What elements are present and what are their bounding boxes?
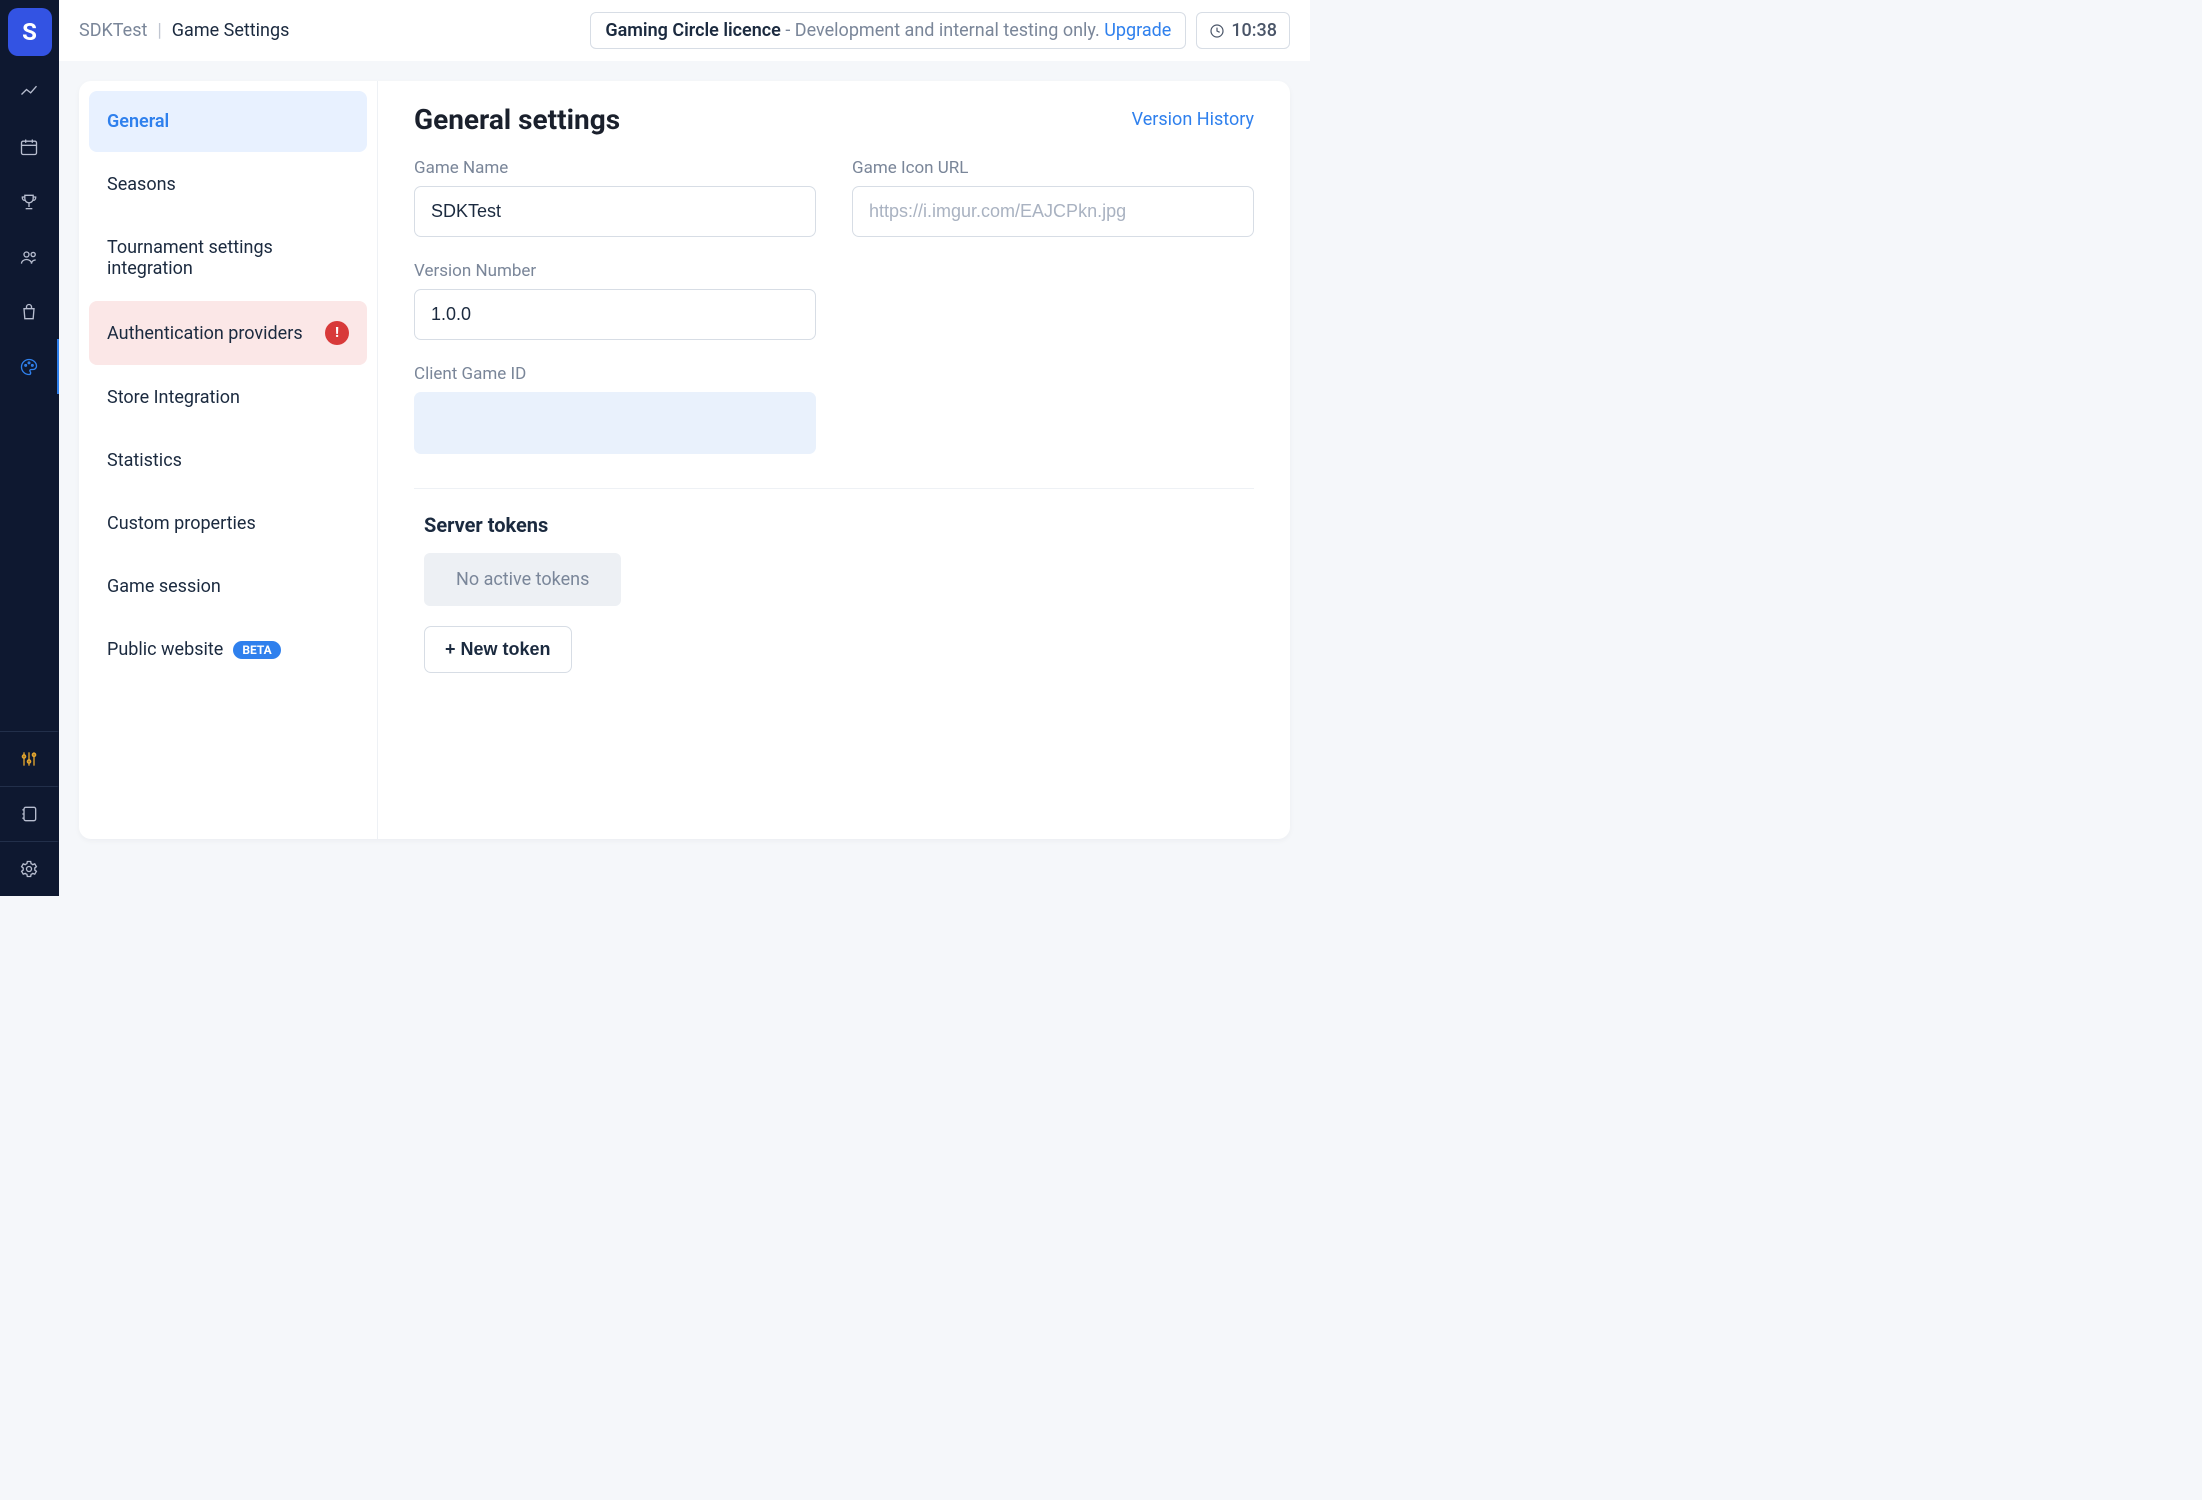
game-icon-label: Game Icon URL [852,158,1254,178]
topbar: SDKTest | Game Settings Gaming Circle li… [59,0,1310,61]
upgrade-link[interactable]: Upgrade [1104,20,1171,41]
game-name-input[interactable] [414,186,816,237]
version-history-link[interactable]: Version History [1132,109,1254,130]
game-name-label: Game Name [414,158,816,178]
nav-trophy-icon[interactable] [0,174,59,229]
nav-settings-icon[interactable] [0,841,59,896]
settings-nav-statistics[interactable]: Statistics [89,430,367,491]
settings-nav-seasons[interactable]: Seasons [89,154,367,215]
nav-analytics-icon[interactable] [0,64,59,119]
version-number-label: Version Number [414,261,816,281]
settings-nav-label: General [107,111,169,132]
settings-nav-custom-properties[interactable]: Custom properties [89,493,367,554]
nav-sliders-icon[interactable] [0,731,59,786]
client-game-id-label: Client Game ID [414,364,816,384]
settings-nav-store-integration[interactable]: Store Integration [89,367,367,428]
settings-nav: General Seasons Tournament settings integr… [79,81,378,839]
licence-title: Gaming Circle licence [605,20,781,41]
settings-nav-game-session[interactable]: Game session [89,556,367,617]
settings-nav-label: Seasons [107,174,176,195]
settings-nav-general[interactable]: General [89,91,367,152]
new-token-button[interactable]: + New token [424,626,572,673]
settings-nav-label: Public website [107,639,223,660]
settings-nav-label: Custom properties [107,513,256,534]
licence-description: - Development and internal testing only. [785,20,1104,41]
divider [414,488,1254,489]
breadcrumb-page: Game Settings [172,20,290,41]
breadcrumb: SDKTest | Game Settings [79,20,289,41]
server-tokens-title: Server tokens [424,513,1254,537]
game-icon-input[interactable] [852,186,1254,237]
client-game-id-box [414,392,816,454]
settings-nav-label: Authentication providers [107,323,303,344]
app-logo[interactable]: S [8,8,52,56]
clock[interactable]: 10:38 [1196,12,1290,49]
general-settings-panel: General settings Version History Game Na… [378,81,1290,839]
nav-notebook-icon[interactable] [0,786,59,841]
nav-users-icon[interactable] [0,229,59,284]
page-title: General settings [414,103,620,136]
settings-nav-tournament-settings-integration[interactable]: Tournament settings integration [89,217,367,299]
settings-nav-label: Store Integration [107,387,240,408]
alert-icon: ! [325,321,349,345]
nav-shop-icon[interactable] [0,284,59,339]
nav-palette-icon[interactable] [0,339,59,394]
settings-nav-public-website[interactable]: Public website BETA [89,619,367,680]
settings-nav-label: Statistics [107,450,182,471]
licence-banner: Gaming Circle licence - Development and … [590,12,1186,49]
settings-nav-authentication-providers[interactable]: Authentication providers! [89,301,367,365]
nav-calendar-icon[interactable] [0,119,59,174]
settings-nav-label: Tournament settings integration [107,237,349,279]
settings-card: General Seasons Tournament settings integr… [79,81,1290,839]
breadcrumb-project[interactable]: SDKTest [79,20,147,41]
clock-icon [1209,23,1225,39]
sidebar-rail: S [0,0,59,896]
breadcrumb-separator: | [157,20,161,41]
clock-time: 10:38 [1231,20,1277,41]
version-number-input[interactable] [414,289,816,340]
beta-badge: BETA [233,641,280,659]
server-tokens-empty: No active tokens [424,553,621,606]
settings-nav-label: Game session [107,576,221,597]
